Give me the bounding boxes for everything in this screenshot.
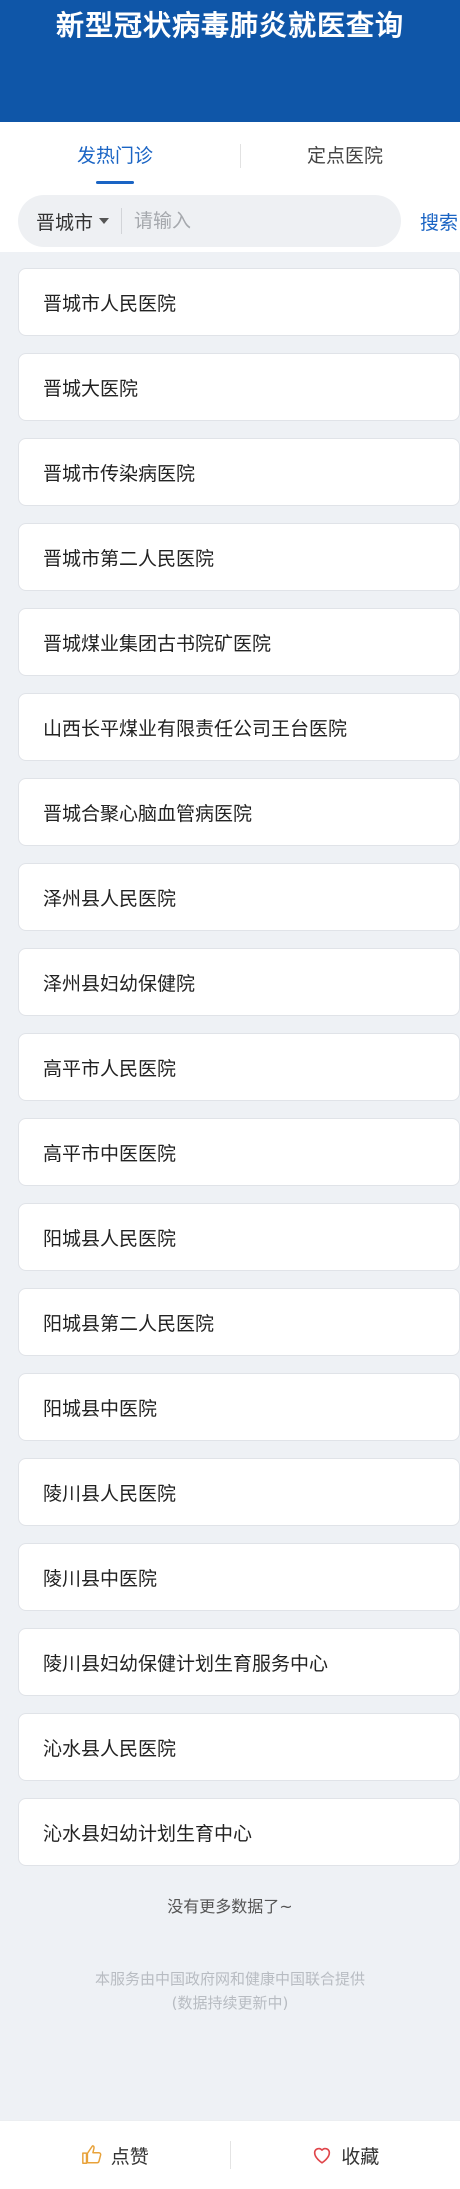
hospital-list-item[interactable]: 晋城煤业集团古书院矿医院 [18,608,460,676]
caret-down-icon [99,218,110,224]
list-end-text: 没有更多数据了~ [167,1897,293,1916]
hospital-list-item[interactable]: 泽州县人民医院 [18,863,460,931]
hospital-list-item[interactable]: 阳城县第二人民医院 [18,1288,460,1356]
search-row: 晋城市 搜索 [0,190,460,252]
search-input[interactable] [134,210,401,232]
hospital-list-item[interactable]: 晋城市人民医院 [18,268,460,336]
hospital-list-item[interactable]: 晋城合聚心脑血管病医院 [18,778,460,846]
hospital-list-item[interactable]: 沁水县妇幼计划生育中心 [18,1798,460,1866]
hospital-list-item[interactable]: 晋城市传染病医院 [18,438,460,506]
tab-designated-hospitals[interactable]: 定点医院 [230,122,460,190]
hospital-list-item[interactable]: 泽州县妇幼保健院 [18,948,460,1016]
hospital-list-item[interactable]: 陵川县人民医院 [18,1458,460,1526]
top-panel: 发热门诊 定点医院 晋城市 搜索 [0,122,460,252]
hospital-list-item[interactable]: 陵川县妇幼保健计划生育服务中心 [18,1628,460,1696]
hospital-list-item[interactable]: 晋城大医院 [18,353,460,421]
like-button[interactable]: 点赞 [0,2142,230,2169]
hospital-list-item[interactable]: 阳城县人民医院 [18,1203,460,1271]
tab-bar: 发热门诊 定点医院 [0,122,460,190]
hospital-list-item[interactable]: 沁水县人民医院 [18,1713,460,1781]
favorite-button[interactable]: 收藏 [231,2142,460,2169]
footnote: 本服务由中国政府网和健康中国联合提供 (数据持续更新中) [0,1967,460,2015]
footnote-line-2: (数据持续更新中) [171,1994,289,2012]
hospital-list-item[interactable]: 阳城县中医院 [18,1373,460,1441]
search-divider [121,208,123,234]
heart-icon [314,2147,331,2164]
bottom-bar: 点赞 收藏 [0,2120,460,2189]
tab-fever-clinic[interactable]: 发热门诊 [0,122,230,190]
search-box: 晋城市 [18,195,401,247]
hospital-list-item[interactable]: 晋城市第二人民医院 [18,523,460,591]
hospital-list-item[interactable]: 山西长平煤业有限责任公司王台医院 [18,693,460,761]
thumbs-up-icon [81,2145,102,2164]
favorite-label: 收藏 [341,2145,380,2168]
app-header: 新型冠状病毒肺炎就医查询 [0,0,460,122]
page-title: 新型冠状病毒肺炎就医查询 [55,9,404,42]
like-label: 点赞 [110,2145,149,2168]
hospital-list: 晋城市人民医院 晋城大医院晋城市传染病医院 晋城市第二人民医院 晋城煤业集团古书院矿医… [0,252,460,1866]
hospital-list-item[interactable]: 高平市中医医院 [18,1118,460,1186]
footnote-line-1: 本服务由中国政府网和健康中国联合提供 [94,1970,365,1988]
city-dropdown[interactable]: 晋城市 [36,208,110,235]
search-button[interactable]: 搜索 [420,208,458,235]
hospital-list-item[interactable]: 高平市人民医院 [18,1033,460,1101]
hospital-list-item[interactable]: 陵川县中医院 [18,1543,460,1611]
city-dropdown-label: 晋城市 [36,211,94,234]
